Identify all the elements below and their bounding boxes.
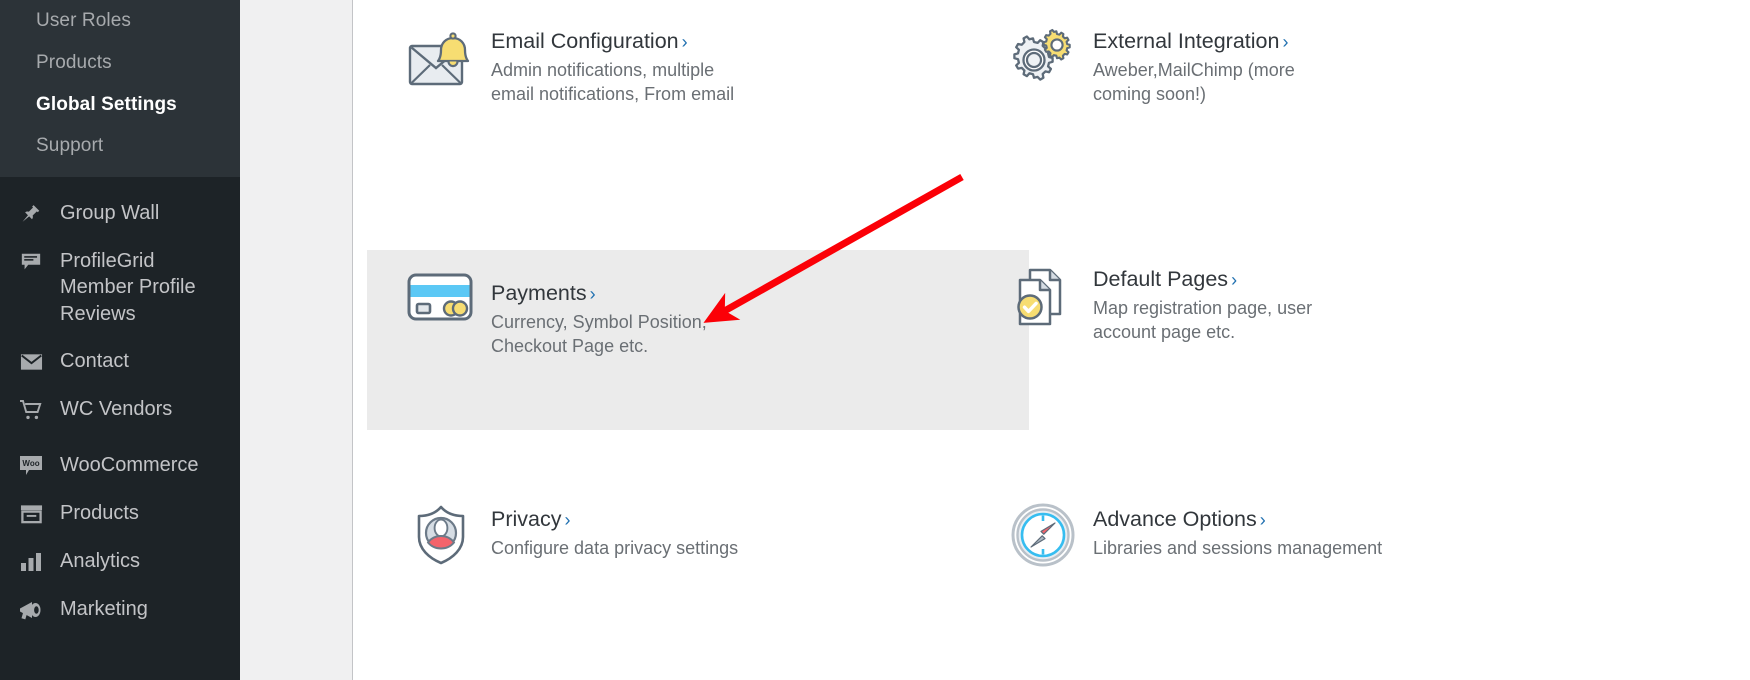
sidebar-item-products-sub[interactable]: Products	[0, 42, 240, 84]
chevron-right-icon: ›	[1282, 32, 1289, 52]
card-text-block: Privacy › Configure data privacy settings	[491, 500, 738, 561]
documents-check-icon	[993, 264, 1093, 336]
sidebar-item-label: WC Vendors	[60, 398, 173, 421]
sidebar-item-woocommerce[interactable]: Woo WooCommerce	[0, 441, 240, 489]
chevron-right-icon: ›	[589, 284, 596, 304]
woo-icon: Woo	[16, 453, 46, 479]
global-settings-content: Email Configuration › Admin notifications…	[353, 0, 1750, 680]
admin-sidebar: User Roles Products Global Settings Supp…	[0, 0, 240, 680]
card-title: Payments ›	[491, 281, 596, 305]
chevron-right-icon: ›	[681, 32, 688, 52]
comment-icon	[16, 249, 46, 275]
sidebar-item-analytics[interactable]: Analytics	[0, 537, 240, 585]
envelope-bell-icon	[391, 26, 491, 98]
sidebar-item-contact[interactable]: Contact	[0, 337, 240, 385]
shield-user-icon	[391, 500, 491, 572]
products-icon	[16, 501, 46, 527]
gears-icon	[993, 26, 1093, 98]
sidebar-menu: Group Wall ProfileGrid Member Profile Re…	[0, 177, 240, 633]
compass-icon	[993, 500, 1093, 572]
settings-card-advance-options[interactable]: Advance Options › Libraries and sessions …	[993, 500, 1593, 600]
envelope-icon	[16, 349, 46, 375]
card-description: Configure data privacy settings	[491, 537, 739, 558]
sidebar-item-products[interactable]: Products	[0, 489, 240, 537]
sidebar-item-label: Group Wall	[60, 202, 160, 224]
sidebar-item-wc-vendors[interactable]: WC Vendors	[0, 385, 240, 433]
chevron-right-icon: ›	[1259, 510, 1266, 530]
settings-card-external-integration[interactable]: External Integration › Aweber,MailChimp (…	[993, 26, 1593, 136]
settings-card-grid: Email Configuration › Admin notifications…	[353, 0, 1750, 680]
settings-card-default-pages[interactable]: Default Pages › Map registration page, us…	[993, 264, 1593, 374]
credit-card-icon	[391, 266, 491, 338]
analytics-icon	[16, 549, 46, 575]
sidebar-item-label: Marketing	[60, 598, 148, 621]
card-text-block: External Integration › Aweber,MailChimp (…	[1093, 26, 1351, 107]
sidebar-item-label: ProfileGrid Member Profile Reviews	[60, 250, 196, 325]
card-title: Email Configuration ›	[491, 29, 688, 53]
card-description: Admin notifications, multiple email noti…	[491, 59, 735, 104]
sidebar-item-support[interactable]: Support	[0, 125, 240, 167]
card-description: Map registration page, user account page…	[1093, 297, 1313, 342]
sidebar-submenu: User Roles Products Global Settings Supp…	[0, 0, 240, 177]
card-description: Aweber,MailChimp (more coming soon!)	[1093, 59, 1295, 104]
chevron-right-icon: ›	[564, 510, 571, 530]
megaphone-icon	[16, 597, 46, 623]
cart-icon	[16, 397, 46, 423]
content-gutter	[240, 0, 353, 680]
sidebar-item-label: Products	[60, 502, 139, 525]
card-text-block: Payments › Currency, Symbol Position, Che…	[491, 266, 759, 359]
sidebar-item-group-wall[interactable]: Group Wall	[0, 189, 240, 237]
chevron-right-icon: ›	[1231, 270, 1238, 290]
settings-card-payments[interactable]: Payments › Currency, Symbol Position, Che…	[367, 250, 1029, 430]
card-title: Default Pages ›	[1093, 267, 1238, 291]
card-title: Advance Options ›	[1093, 507, 1266, 531]
card-description: Libraries and sessions management	[1093, 537, 1383, 558]
sidebar-item-label: Analytics	[60, 550, 141, 573]
sidebar-item-user-roles[interactable]: User Roles	[0, 0, 240, 42]
sidebar-item-marketing[interactable]: Marketing	[0, 585, 240, 633]
pin-icon	[16, 201, 46, 227]
svg-text:Woo: Woo	[22, 459, 39, 468]
card-title: External Integration ›	[1093, 29, 1289, 53]
screen: User Roles Products Global Settings Supp…	[0, 0, 1750, 680]
sidebar-item-global-settings[interactable]: Global Settings	[0, 84, 240, 126]
sidebar-item-profilegrid-reviews[interactable]: ProfileGrid Member Profile Reviews	[0, 237, 236, 337]
card-title: Privacy ›	[491, 507, 571, 531]
sidebar-item-label: WooCommerce	[60, 454, 199, 477]
settings-card-email-configuration[interactable]: Email Configuration › Admin notifications…	[391, 26, 991, 136]
settings-card-privacy[interactable]: Privacy › Configure data privacy settings	[391, 500, 991, 600]
sidebar-item-label: Contact	[60, 350, 129, 373]
card-text-block: Advance Options › Libraries and sessions …	[1093, 500, 1382, 561]
card-text-block: Default Pages › Map registration page, us…	[1093, 264, 1361, 345]
card-description: Currency, Symbol Position, Checkout Page…	[491, 311, 707, 356]
card-text-block: Email Configuration › Admin notifications…	[491, 26, 761, 107]
